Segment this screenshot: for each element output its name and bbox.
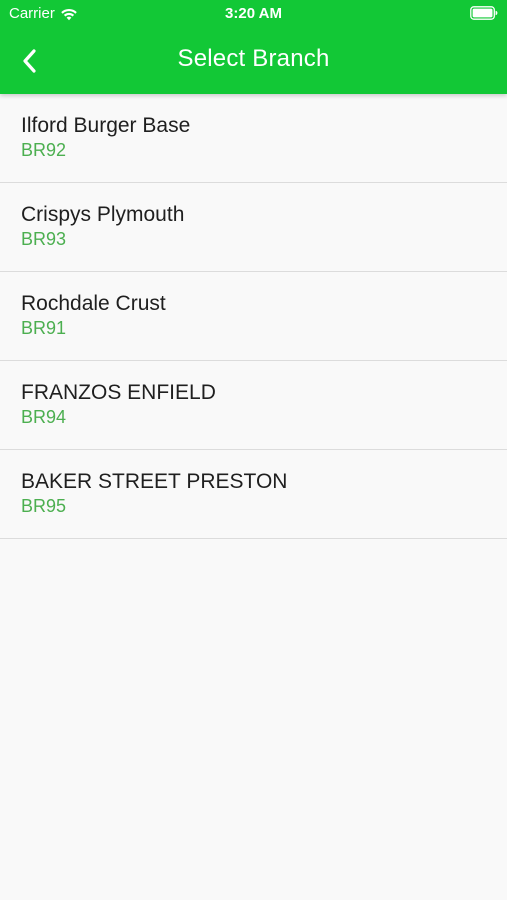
app-screen: Carrier 3:20 AM Select Branch Ilford Bur…: [0, 0, 507, 900]
branch-name: Ilford Burger Base: [21, 114, 191, 137]
branch-code: BR94: [21, 407, 67, 427]
branch-item-rochdale-crust[interactable]: Rochdale Crust BR91: [0, 272, 507, 361]
branch-name: Crispys Plymouth: [21, 203, 185, 226]
branch-item-crispys-plymouth[interactable]: Crispys Plymouth BR93: [0, 183, 507, 272]
branch-item-ilford-burger-base[interactable]: Ilford Burger Base BR92: [0, 94, 507, 183]
page-title: Select Branch: [177, 45, 330, 72]
app-bar: Select Branch: [0, 28, 507, 94]
branch-name: BAKER STREET PRESTON: [21, 470, 288, 493]
branch-item-baker-street-preston[interactable]: BAKER STREET PRESTON BR95: [0, 450, 507, 539]
branch-code: BR95: [21, 496, 67, 516]
branch-name: Rochdale Crust: [21, 292, 166, 315]
status-time: 3:20 AM: [225, 5, 282, 22]
branch-list: Ilford Burger Base BR92 Crispys Plymouth…: [0, 94, 507, 539]
branch-code: BR92: [21, 140, 67, 160]
header: Carrier 3:20 AM Select Branch: [0, 0, 507, 94]
status-bar: Carrier 3:20 AM: [0, 0, 507, 28]
branch-code: BR93: [21, 229, 67, 249]
battery-icon: [470, 6, 498, 20]
branch-code: BR91: [21, 318, 67, 338]
branch-item-franzos-enfield[interactable]: FRANZOS ENFIELD BR94: [0, 361, 507, 450]
branch-name: FRANZOS ENFIELD: [21, 381, 216, 404]
